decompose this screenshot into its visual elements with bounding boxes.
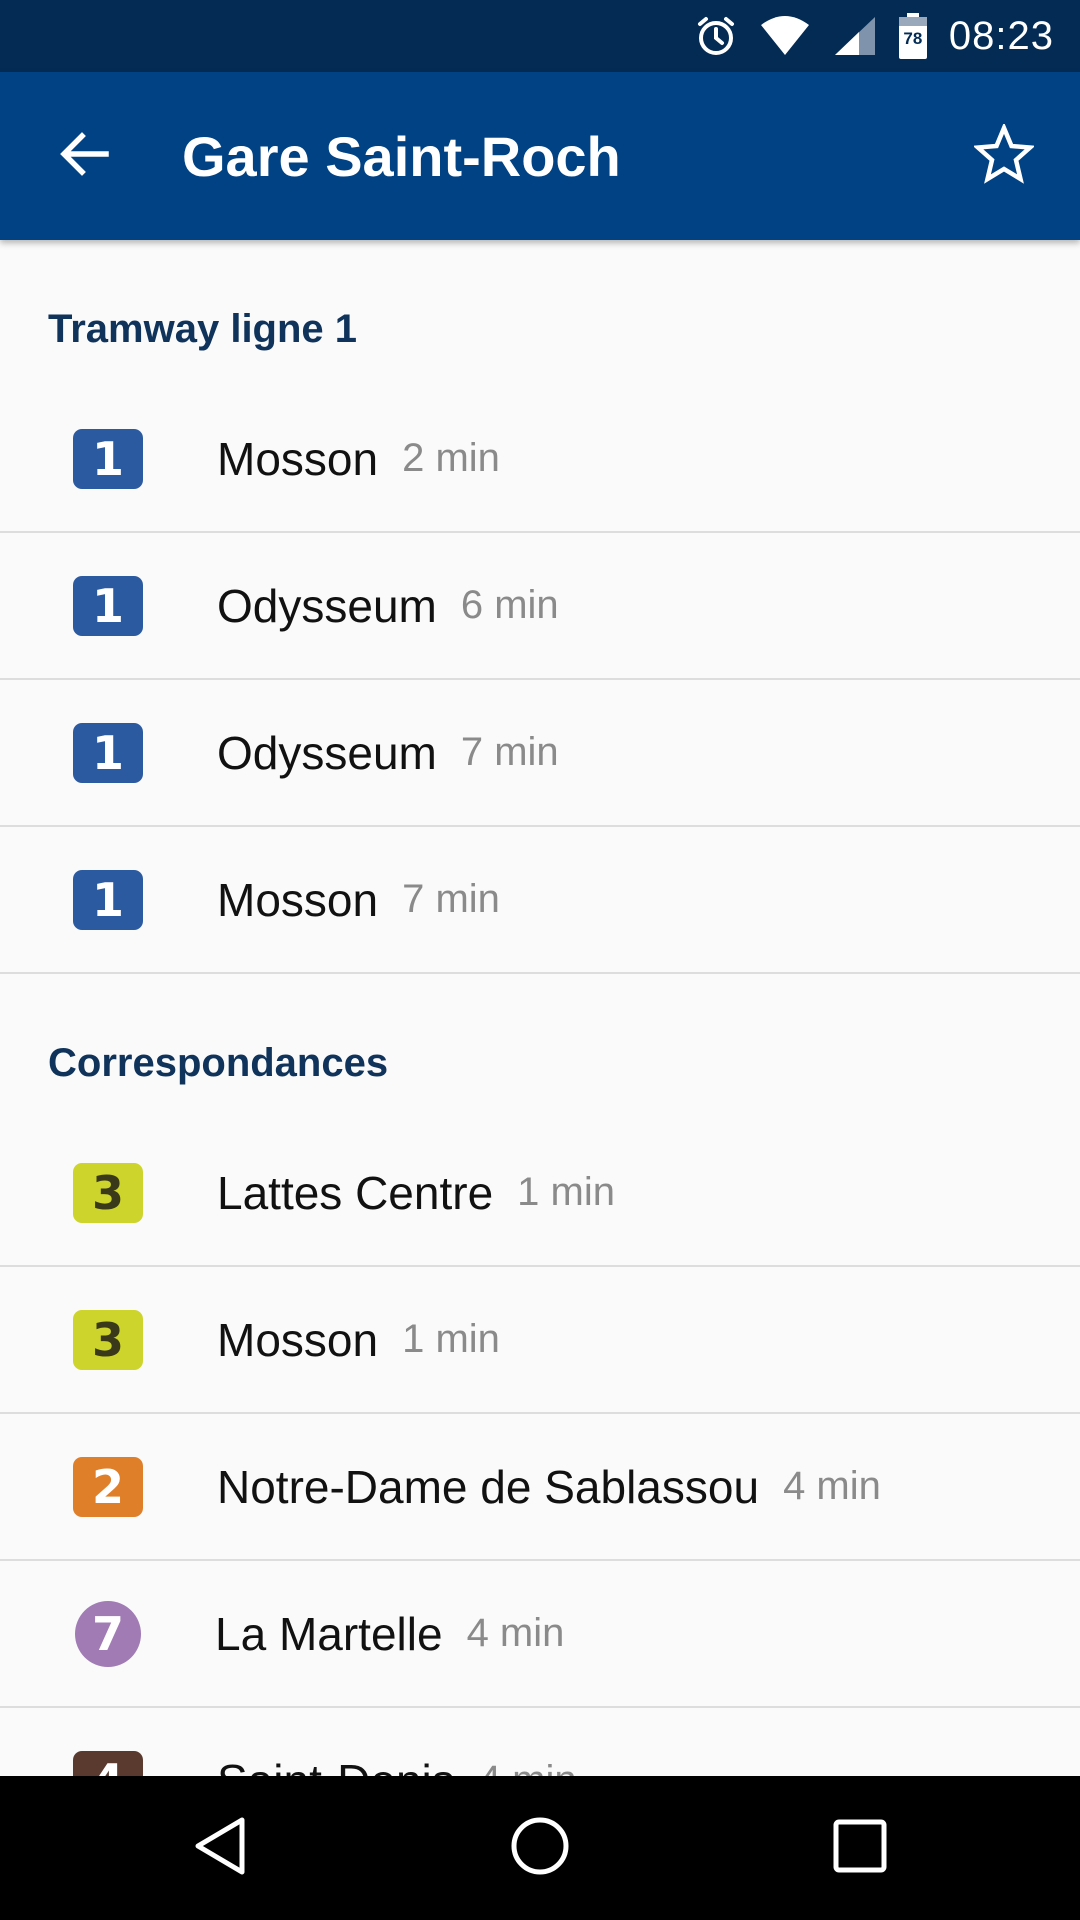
departure-row[interactable]: 4 Saint-Denis 4 min <box>0 1708 1080 1776</box>
wait-time-label: 1 min <box>517 1170 615 1214</box>
destination-label: Mosson <box>217 432 379 485</box>
status-bar: 78 08:23 <box>0 0 1080 72</box>
sections-container: Tramway ligne 1 1 Mosson 2 min 1 Odysseum 6 mi… <box>0 240 1080 1776</box>
line-badge: 3 <box>73 1162 143 1223</box>
wait-time-label: 4 min <box>466 1611 565 1655</box>
home-circle-icon <box>510 1816 570 1881</box>
wait-time-label: 7 min <box>402 877 500 921</box>
line-badge: 1 <box>73 722 143 783</box>
nav-back-button[interactable] <box>160 1788 280 1908</box>
destination-label: Odysseum <box>217 726 437 779</box>
line-badge: 3 <box>73 1309 143 1370</box>
departure-row[interactable]: 7 La Martelle 4 min <box>0 1561 1080 1708</box>
line-badge: 1 <box>73 869 143 930</box>
cell-signal-icon <box>833 15 877 57</box>
wait-time-label: 6 min <box>460 583 559 627</box>
departure-row[interactable]: 2 Notre-Dame de Sablassou 4 min <box>0 1414 1080 1561</box>
nav-home-button[interactable] <box>480 1788 600 1908</box>
departure-row[interactable]: 3 Lattes Centre 1 min <box>0 1120 1080 1267</box>
line-badge: 4 <box>73 1750 143 1776</box>
back-triangle-icon <box>192 1816 248 1881</box>
system-nav-bar <box>0 1776 1080 1920</box>
departures-list[interactable]: Tramway ligne 1 1 Mosson 2 min 1 Odysseum 6 mi… <box>0 240 1080 1776</box>
battery-icon: 78 <box>898 13 927 59</box>
departure-row[interactable]: 1 Mosson 7 min <box>0 827 1080 974</box>
destination-label: Mosson <box>217 873 379 926</box>
destination-label: La Martelle <box>215 1607 443 1660</box>
departure-row[interactable]: 3 Mosson 1 min <box>0 1267 1080 1414</box>
wait-time-label: 4 min <box>783 1464 881 1508</box>
wifi-icon <box>759 15 811 57</box>
departure-row[interactable]: 1 Mosson 2 min <box>0 386 1080 533</box>
departure-row[interactable]: 1 Odysseum 7 min <box>0 680 1080 827</box>
destination-label: Notre-Dame de Sablassou <box>217 1460 760 1513</box>
app-bar: Gare Saint-Roch <box>0 72 1080 240</box>
section-header: Correspondances <box>48 1040 389 1085</box>
wait-time-label: 2 min <box>402 436 500 480</box>
battery-level-label: 78 <box>903 29 923 48</box>
destination-label: Odysseum <box>217 579 437 632</box>
section-header: Tramway ligne 1 <box>48 306 358 351</box>
line-badge: 2 <box>73 1456 143 1517</box>
clock: 08:23 <box>948 13 1054 58</box>
nav-recents-button[interactable] <box>800 1788 920 1908</box>
back-button[interactable] <box>36 108 132 204</box>
arrow-left-icon <box>58 128 110 185</box>
departure-row[interactable]: 1 Odysseum 6 min <box>0 533 1080 680</box>
destination-label: Mosson <box>217 1313 379 1366</box>
line-badge: 1 <box>73 575 143 636</box>
wait-time-label: 4 min <box>479 1758 577 1776</box>
line-badge: 7 <box>75 1600 141 1667</box>
wait-time-label: 1 min <box>402 1317 500 1361</box>
wait-time-label: 7 min <box>460 730 559 774</box>
destination-label: Lattes Centre <box>217 1166 494 1219</box>
favorite-button[interactable] <box>956 108 1052 204</box>
alarm-icon <box>695 15 737 57</box>
recents-square-icon <box>832 1818 888 1879</box>
line-badge: 1 <box>73 428 143 489</box>
page-title: Gare Saint-Roch <box>182 124 621 188</box>
star-outline-icon <box>972 121 1036 189</box>
destination-label: Saint-Denis <box>217 1754 455 1777</box>
